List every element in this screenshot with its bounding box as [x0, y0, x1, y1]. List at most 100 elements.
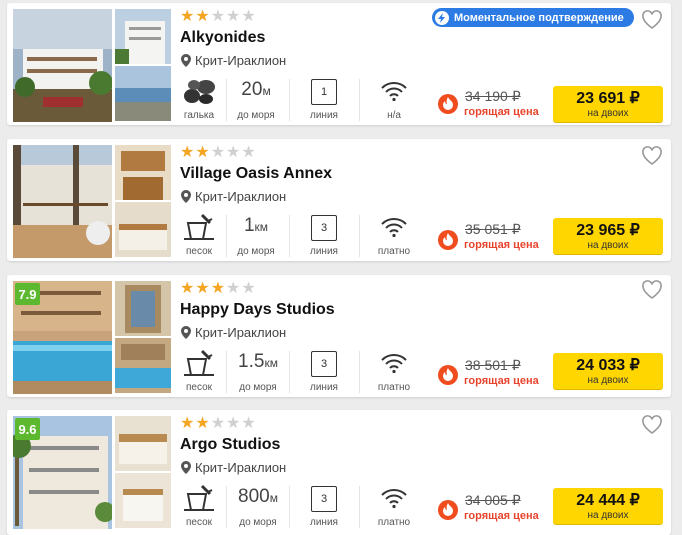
hot-price-label: горящая цена: [464, 106, 539, 118]
distance-unit: км: [264, 356, 278, 370]
hotel-card[interactable]: 7.9 ★★★★★ Happy Days Studios Крит-Иракли…: [7, 275, 671, 397]
price-button[interactable]: 24 033 ₽ на двоих: [553, 353, 663, 389]
line-label: линия: [310, 382, 338, 393]
hotel-main-photo[interactable]: [13, 9, 112, 122]
sand-bucket-icon: [184, 349, 214, 376]
distance-unit: м: [262, 84, 271, 98]
favorite-heart-icon[interactable]: [641, 415, 663, 435]
location-pin-icon: [181, 190, 191, 203]
line-label: линия: [310, 517, 338, 528]
price-value: 23 965 ₽: [576, 222, 640, 239]
instant-confirmation-text: Моментальное подтверждение: [454, 11, 624, 24]
line-number: 3: [311, 351, 337, 377]
hotel-name[interactable]: Alkyonides: [180, 29, 265, 47]
beach-type: песок: [177, 349, 221, 393]
wifi-icon: [381, 354, 407, 374]
wifi-info: платно: [369, 349, 419, 393]
hotel-photo-thumb[interactable]: [115, 202, 171, 257]
star-rating: ★★★★★: [180, 144, 257, 161]
location-pin-icon: [181, 54, 191, 67]
price-note: на двоих: [587, 375, 629, 386]
beach-line: 3 линия: [299, 484, 349, 528]
location-pin-icon: [181, 326, 191, 339]
distance-label: до моря: [237, 110, 275, 121]
wifi-label: платно: [377, 382, 411, 393]
fire-icon: [438, 500, 458, 520]
beach-type: песок: [177, 484, 221, 528]
distance-value: 1: [243, 215, 255, 236]
beach-type: песок: [177, 213, 221, 257]
favorite-heart-icon[interactable]: [641, 280, 663, 300]
fire-icon: [438, 94, 458, 114]
sand-bucket-icon: [184, 484, 214, 511]
price-button[interactable]: 24 444 ₽ на двоих: [553, 488, 663, 524]
wifi-info: платно: [369, 213, 419, 257]
old-price: 38 501 ₽: [465, 357, 521, 373]
price-value: 23 691 ₽: [576, 90, 640, 107]
favorite-heart-icon[interactable]: [641, 10, 663, 30]
pebble-icon: [184, 80, 215, 104]
distance-unit: км: [254, 220, 269, 234]
wifi-label: платно: [377, 246, 411, 257]
location-text: Крит-Ираклион: [195, 325, 287, 340]
distance-to-sea: 1км до моря: [230, 213, 282, 257]
beach-line: 3 линия: [299, 349, 349, 393]
hotel-location: Крит-Ираклион: [181, 325, 286, 340]
hotel-main-photo[interactable]: [13, 145, 112, 258]
price-value: 24 444 ₽: [576, 492, 640, 509]
beach-type-label: песок: [185, 517, 213, 528]
sand-bucket-icon: [184, 213, 214, 240]
distance-to-sea: 20м до моря: [230, 77, 282, 121]
distance-value: 800: [238, 486, 270, 507]
hotel-name[interactable]: Happy Days Studios: [180, 301, 335, 319]
wifi-info: н/а: [369, 77, 419, 121]
price-value: 24 033 ₽: [576, 357, 640, 374]
lightning-icon: [435, 10, 449, 25]
distance-label: до моря: [237, 246, 275, 257]
distance-to-sea: 1.5км до моря: [230, 349, 286, 393]
distance-label: до моря: [239, 517, 277, 528]
old-price: 34 190 ₽: [465, 88, 521, 104]
location-pin-icon: [181, 461, 191, 474]
beach-type-label: песок: [185, 246, 213, 257]
wifi-icon: [381, 489, 407, 509]
distance-label: до моря: [239, 382, 277, 393]
rating-badge: 7.9: [15, 283, 40, 305]
line-label: линия: [310, 110, 338, 121]
hotel-location: Крит-Ираклион: [181, 53, 286, 68]
price-button[interactable]: 23 691 ₽ на двоих: [553, 86, 663, 122]
location-text: Крит-Ираклион: [195, 53, 287, 68]
hot-price-label: горящая цена: [464, 239, 539, 251]
instant-confirmation-badge: Моментальное подтверждение: [432, 8, 634, 27]
wifi-info: платно: [369, 484, 419, 528]
location-text: Крит-Ираклион: [195, 460, 287, 475]
wifi-label: н/а: [387, 110, 401, 121]
beach-type: галька: [177, 77, 221, 121]
hotel-photo-thumb[interactable]: [115, 145, 171, 200]
favorite-heart-icon[interactable]: [641, 146, 663, 166]
hotel-location: Крит-Ираклион: [181, 460, 286, 475]
hotel-photo-thumb[interactable]: [115, 9, 171, 64]
wifi-icon: [381, 82, 407, 102]
price-note: на двоих: [587, 108, 629, 119]
hotel-photo-thumb[interactable]: [115, 66, 171, 121]
price-note: на двоих: [587, 240, 629, 251]
fire-icon: [438, 230, 458, 250]
hotel-location: Крит-Ираклион: [181, 189, 286, 204]
hotel-photo-thumb[interactable]: [115, 281, 171, 336]
hotel-card[interactable]: ★★★★★ Alkyonides Крит-Ираклион галька 20…: [7, 3, 671, 125]
star-rating: ★★★★★: [180, 415, 257, 432]
beach-type-label: песок: [185, 382, 213, 393]
hotel-name[interactable]: Argo Studios: [180, 436, 280, 454]
hot-price-label: горящая цена: [464, 510, 539, 522]
hotel-card[interactable]: ★★★★★ Village Oasis Annex Крит-Ираклион …: [7, 139, 671, 261]
price-button[interactable]: 23 965 ₽ на двоих: [553, 218, 663, 254]
line-number: 3: [311, 215, 337, 241]
hotel-photo-thumb[interactable]: [115, 338, 171, 393]
old-price: 35 051 ₽: [465, 221, 521, 237]
hotel-photo-thumb[interactable]: [115, 416, 171, 471]
line-number: 3: [311, 486, 337, 512]
hotel-name[interactable]: Village Oasis Annex: [180, 165, 332, 183]
hotel-card[interactable]: 9.6 ★★★★★ Argo Studios Крит-Ираклион пес…: [7, 410, 671, 535]
hotel-photo-thumb[interactable]: [115, 473, 171, 528]
